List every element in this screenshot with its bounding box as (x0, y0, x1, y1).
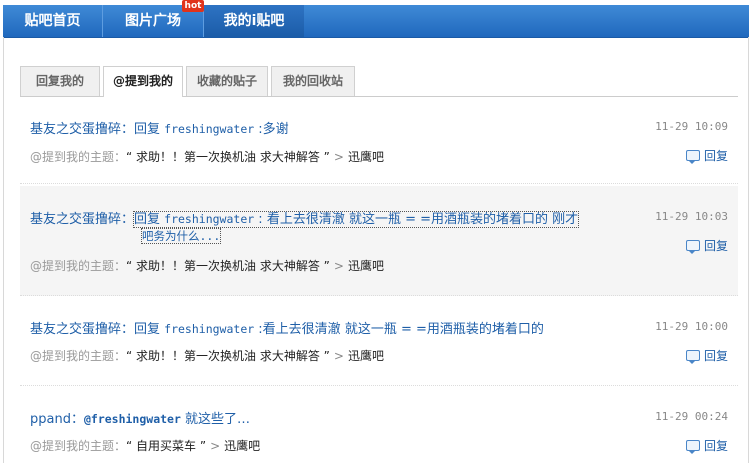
reply-button[interactable]: 回复 (685, 237, 728, 254)
tab-favorite-posts[interactable]: 收藏的贴子 (186, 66, 268, 96)
chat-bubble-icon (685, 350, 700, 364)
bar-link[interactable]: 迅鹰吧 (348, 259, 384, 273)
chevron-right-icon: > (333, 259, 344, 273)
bar-link[interactable]: 迅鹰吧 (348, 349, 384, 363)
reply-label: 回复 (703, 439, 728, 453)
reply-button[interactable]: 回复 (685, 437, 728, 454)
reply-word[interactable]: 回复 (134, 322, 164, 337)
bar-link[interactable]: 迅鹰吧 (348, 150, 384, 164)
author-link[interactable]: 基友之交蛋撸碎： (30, 122, 134, 137)
nav-tab-my-itieba[interactable]: 我的i贴吧 (204, 5, 304, 37)
timestamp: 11-29 10:00 (655, 320, 728, 333)
reply-button[interactable]: 回复 (685, 347, 728, 364)
timestamp: 11-29 10:09 (655, 120, 728, 133)
chat-bubble-icon (685, 240, 700, 254)
list-item: ppand：@freshingwater 就这些了… 11-29 00:24 @… (20, 388, 738, 463)
message-content[interactable]: :多谢 (254, 122, 288, 137)
chevron-right-icon: > (333, 349, 344, 363)
author-link[interactable]: 基友之交蛋撸碎： (30, 322, 134, 337)
topic-prefix: @提到我的主题： (30, 439, 127, 453)
topic-link[interactable]: “ 求助！！第一次换机油 求大神解答 ” (126, 349, 330, 363)
tab-replies-to-me[interactable]: 回复我的 (20, 66, 100, 96)
mention-link[interactable]: @freshingwater (84, 412, 181, 426)
topic-line: @提到我的主题：“ 求助！！第一次换机油 求大神解答 ” > 迅鹰吧 (30, 148, 384, 165)
author-link[interactable]: 基友之交蛋撸碎： (30, 212, 134, 227)
sub-tab-bar: 回复我的 @提到我的 收藏的贴子 我的回收站 (20, 66, 738, 97)
nav-tab-tieba-home[interactable]: 贴吧首页 (3, 5, 103, 37)
divider (20, 385, 738, 386)
list-item: 基友之交蛋撸碎：回复 freshingwater : 看上去很清澈 就这一瓶 =… (20, 186, 738, 296)
divider (20, 295, 738, 296)
timestamp: 11-29 00:24 (655, 410, 728, 423)
topic-line: @提到我的主题：“ 求助！！第一次换机油 求大神解答 ” > 迅鹰吧 (30, 257, 384, 274)
reply-word: 回复 (134, 212, 165, 227)
timestamp: 11-29 10:03 (655, 210, 728, 223)
message-line: 基友之交蛋撸碎：回复 freshingwater :看上去很清澈 就这一瓶 = … (30, 318, 544, 337)
hot-badge: hot (182, 0, 204, 12)
target-user-link: freshingwater (164, 212, 255, 226)
message-line: 基友之交蛋撸碎：回复 freshingwater : 看上去很清澈 就这一瓶 =… (30, 208, 580, 228)
chat-bubble-icon (685, 440, 700, 454)
top-navigation: 贴吧首页 图片广场 我的i贴吧 hot (0, 0, 749, 38)
chat-bubble-icon (685, 150, 700, 164)
message-line: ppand：@freshingwater 就这些了… (30, 408, 250, 427)
list-item: 基友之交蛋撸碎：回复 freshingwater :多谢 11-29 10:09… (20, 104, 738, 184)
author-link[interactable]: ppand： (30, 412, 84, 427)
topic-prefix: @提到我的主题： (30, 349, 127, 363)
tab-recycle-bin[interactable]: 我的回收站 (271, 66, 355, 96)
top-nav-bar: 贴吧首页 图片广场 我的i贴吧 (3, 5, 749, 38)
message-content: : 看上去很清澈 就这一瓶 = =用酒瓶装的堵着口的 刚才 (254, 212, 579, 227)
topic-line: @提到我的主题：“ 求助！！第一次换机油 求大神解答 ” > 迅鹰吧 (30, 347, 384, 364)
reply-label: 回复 (703, 349, 728, 363)
message-link-focused[interactable]: 回复 freshingwater : 看上去很清澈 就这一瓶 = =用酒瓶装的堵… (133, 211, 580, 228)
divider (20, 183, 738, 184)
topic-prefix: @提到我的主题： (30, 259, 127, 273)
reply-word[interactable]: 回复 (134, 122, 164, 137)
topic-link[interactable]: “ 自用买菜车 ” (126, 439, 206, 453)
topic-link[interactable]: “ 求助！！第一次换机油 求大神解答 ” (126, 259, 330, 273)
message-content[interactable]: 就这些了… (181, 412, 250, 427)
message-content[interactable]: :看上去很清澈 就这一瓶 = =用酒瓶装的堵着口的 (254, 322, 544, 337)
topic-prefix: @提到我的主题： (30, 150, 127, 164)
topic-link[interactable]: “ 求助！！第一次换机油 求大神解答 ” (126, 150, 330, 164)
topic-line: @提到我的主题：“ 自用买菜车 ” > 迅鹰吧 (30, 437, 260, 454)
target-user-link[interactable]: freshingwater (164, 322, 254, 336)
bar-link[interactable]: 迅鹰吧 (224, 439, 260, 453)
reply-label: 回复 (703, 149, 728, 163)
reply-button[interactable]: 回复 (685, 147, 728, 164)
tab-mentions[interactable]: @提到我的 (103, 66, 183, 97)
message-line: 基友之交蛋撸碎：回复 freshingwater :多谢 (30, 118, 289, 137)
chevron-right-icon: > (210, 439, 221, 453)
message-line-continuation: 吧务为什么... (140, 228, 222, 244)
reply-label: 回复 (703, 239, 728, 253)
list-item: 基友之交蛋撸碎：回复 freshingwater :看上去很清澈 就这一瓶 = … (20, 298, 738, 386)
chevron-right-icon: > (333, 150, 344, 164)
message-content-continued[interactable]: 吧务为什么... (140, 228, 222, 244)
target-user-link[interactable]: freshingwater (164, 122, 254, 136)
